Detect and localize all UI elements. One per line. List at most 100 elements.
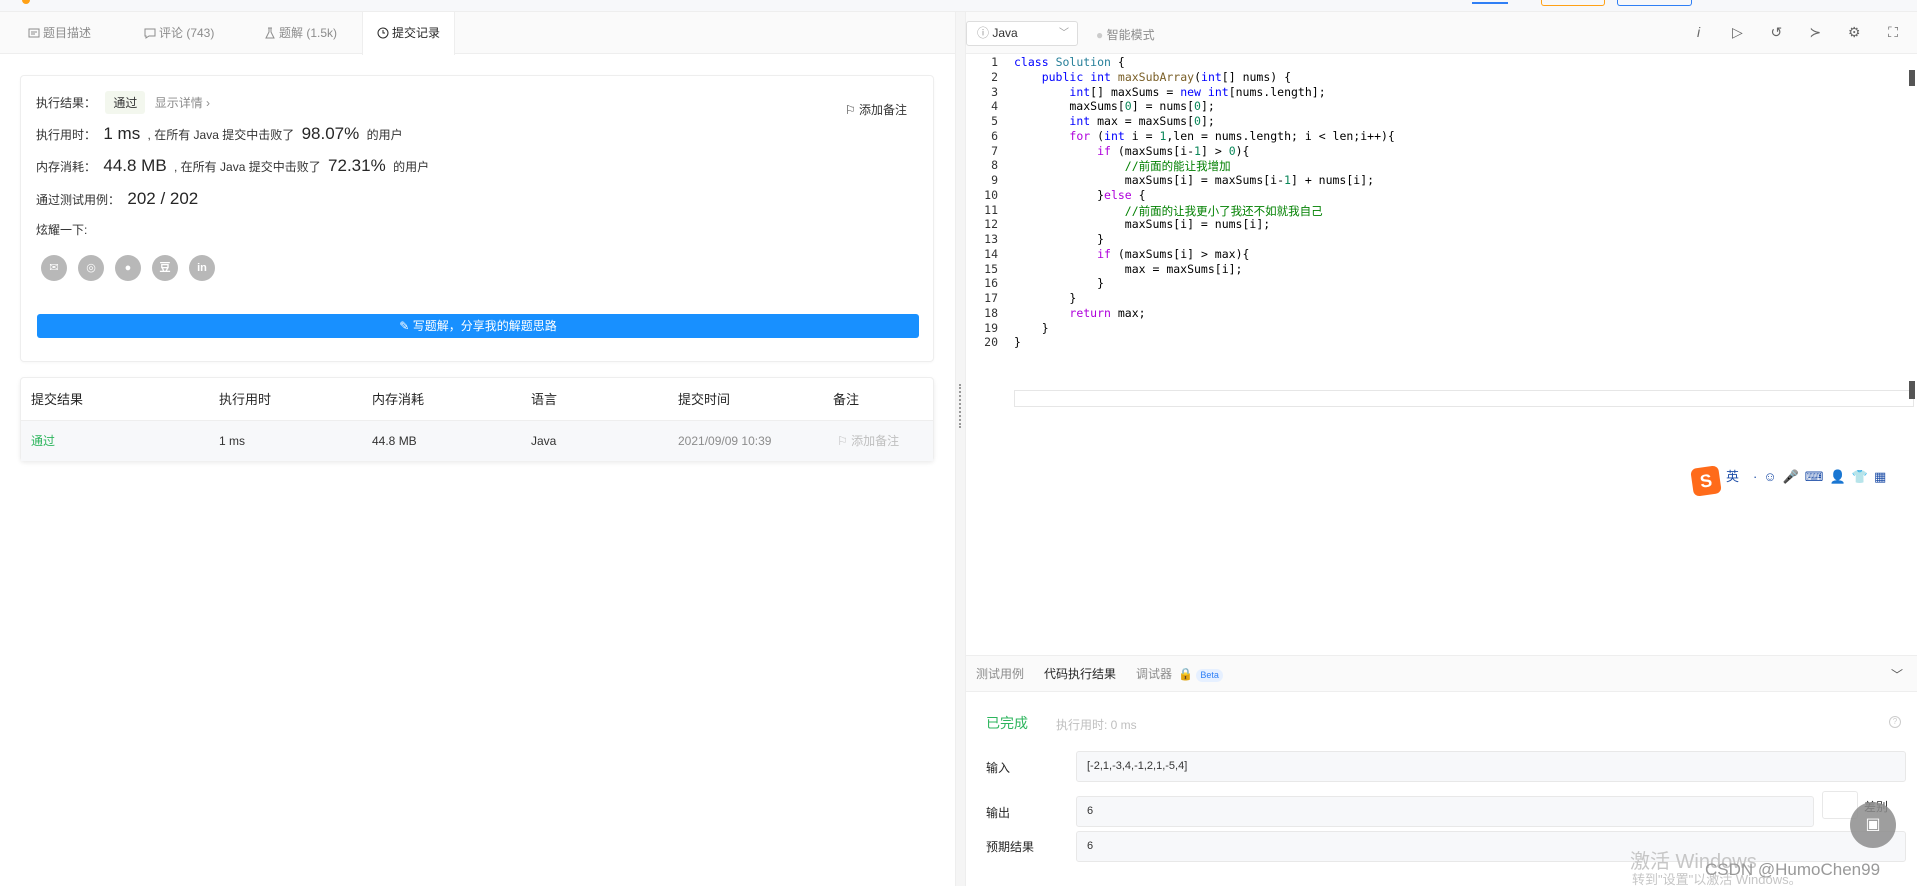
line-number: 11 (984, 202, 998, 217)
code-line[interactable]: maxSums[i] = maxSums[i-1] + nums[i]; (1014, 173, 1374, 187)
line-number: 15 (984, 261, 998, 276)
login-button[interactable] (1617, 0, 1692, 6)
share-label: 炫耀一下: (36, 223, 88, 237)
tab-comments[interactable]: 评论 (743) (130, 12, 228, 54)
notes-float-button[interactable]: ▣ (1850, 802, 1896, 848)
flask-icon (265, 27, 275, 39)
run-status: 已完成 (986, 715, 1028, 731)
exec-result-row: 执行结果： 通过 显示详情 › (36, 91, 210, 114)
info-icon: ⓘ (977, 26, 990, 40)
sogou-icon: S (1690, 465, 1722, 497)
console-icon[interactable]: ≻ (1805, 24, 1825, 41)
code-line[interactable]: max = maxSums[i]; (1014, 262, 1243, 276)
code-line[interactable]: if (maxSums[i] > max){ (1014, 247, 1249, 261)
douban-icon[interactable]: 豆 (152, 255, 178, 281)
info-italic-icon[interactable]: i (1689, 24, 1709, 40)
run-icon[interactable]: ▷ (1727, 24, 1747, 41)
console-tabs: 测试用例 代码执行结果 调试器 🔒 Beta ﹀ (966, 656, 1917, 692)
ime-tool-icons[interactable]: ·☺🎤⌨👤👕▦ (1753, 469, 1892, 485)
document-icon (28, 28, 40, 38)
linkedin-icon[interactable]: in (189, 255, 215, 281)
memory-row: 内存消耗： 44.8 MB , 在所有 Java 提交中击败了 72.31% 的… (36, 156, 430, 175)
line-number: 10 (984, 187, 998, 202)
nav-icon[interactable] (1472, 0, 1508, 4)
premium-button[interactable] (1541, 0, 1605, 6)
wechat-icon[interactable]: ✉ (41, 255, 67, 281)
code-editor[interactable]: 1 class Solution {2 public int maxSubArra… (966, 55, 1917, 655)
submissions-table: 提交结果 执行用时 内存消耗 语言 提交时间 备注 通过 1 ms 44.8 M… (20, 377, 934, 461)
code-line[interactable]: int max = maxSums[0]; (1014, 114, 1214, 128)
line-number: 9 (991, 173, 998, 187)
table-row[interactable]: 通过 1 ms 44.8 MB Java 2021/09/09 10:39 ⚐ … (21, 421, 933, 461)
code-line[interactable]: //前面的让我更小了我还不如就我自己 (1014, 203, 1323, 219)
panel-splitter[interactable] (955, 12, 966, 886)
table-header: 提交结果 执行用时 内存消耗 语言 提交时间 备注 (21, 378, 933, 421)
add-note-button[interactable]: ⚐ 添加备注 (845, 101, 907, 118)
language-select[interactable]: ⓘ Java ﹀ (966, 21, 1078, 46)
qq-icon[interactable]: ● (115, 255, 141, 281)
help-icon[interactable]: ? (1889, 716, 1901, 728)
tab-solutions[interactable]: 题解 (1.5k) (250, 12, 351, 54)
exec-time: 执行用时: 0 ms (1056, 718, 1137, 732)
code-line[interactable]: } (1014, 276, 1104, 290)
scrollbar-mark[interactable] (1909, 70, 1915, 86)
line-number: 16 (984, 276, 998, 291)
row-add-note[interactable]: ⚐ 添加备注 (837, 421, 899, 461)
code-line[interactable]: } (1014, 321, 1049, 335)
scrollbar-thumb[interactable] (1909, 381, 1915, 399)
chevron-down-icon[interactable]: ﹀ (1891, 666, 1903, 683)
flag-icon: ⚐ (844, 103, 856, 117)
code-line[interactable]: //前面的能让我增加 (1014, 158, 1231, 174)
show-details-link[interactable]: 显示详情 › (155, 96, 210, 110)
problem-tabs: 题目描述 评论 (743) 题解 (1.5k) 提交记录 (0, 12, 955, 55)
expected-field: 6 (1076, 831, 1906, 862)
tab-submissions[interactable]: 提交记录 (362, 12, 456, 55)
comment-icon (144, 28, 156, 39)
line-number: 17 (984, 291, 998, 305)
fullscreen-icon[interactable]: ⛶ (1883, 24, 1903, 41)
clock-icon (377, 27, 389, 39)
current-line-highlight (1014, 390, 1914, 407)
status-badge: 通过 (105, 91, 146, 114)
code-line[interactable]: int[] maxSums = new int[nums.length]; (1014, 85, 1325, 99)
smart-mode-toggle[interactable]: ● 智能模式 (1096, 26, 1155, 43)
line-number: 3 (991, 84, 998, 99)
write-solution-button[interactable]: ✎ 写题解，分享我的解题思路 (37, 314, 919, 338)
lock-icon: 🔒 (1178, 667, 1193, 681)
line-number: 19 (984, 320, 998, 335)
line-number: 20 (984, 335, 998, 350)
editor-panel: ⓘ Java ﹀ ● 智能模式 i ▷ ↺ ≻ ⚙ ⛶ 1 class Solut… (966, 12, 1917, 886)
code-line[interactable]: maxSums[i] = nums[i]; (1014, 217, 1270, 231)
code-line[interactable]: for (int i = 1,len = nums.length; i < le… (1014, 129, 1394, 143)
ime-toolbar[interactable]: S 英 ·☺🎤⌨👤👕▦ (1690, 465, 1917, 497)
console-panel: 测试用例 代码执行结果 调试器 🔒 Beta ﹀ 已完成 执行用时: 0 ms ?… (966, 655, 1917, 886)
share-icons: ✉ ◎ ● 豆 in (41, 255, 226, 281)
tab-run-result[interactable]: 代码执行结果 (1044, 656, 1116, 692)
line-number: 14 (984, 246, 998, 261)
input-field[interactable]: [-2,1,-3,4,-1,2,1,-5,4] (1076, 751, 1906, 782)
weibo-icon[interactable]: ◎ (78, 255, 104, 281)
line-number: 6 (991, 128, 998, 143)
code-line[interactable]: return max; (1014, 306, 1145, 320)
code-line[interactable]: class Solution { (1014, 55, 1125, 69)
row-result[interactable]: 通过 (31, 421, 55, 461)
code-line[interactable]: } (1014, 232, 1104, 246)
editor-toolbar: ⓘ Java ﹀ ● 智能模式 i ▷ ↺ ≻ ⚙ ⛶ (966, 12, 1917, 54)
code-line[interactable]: maxSums[0] = nums[0]; (1014, 99, 1214, 113)
code-line[interactable]: } (1014, 291, 1076, 305)
top-nav-strip (0, 0, 1917, 12)
tab-description[interactable]: 题目描述 (14, 12, 105, 54)
code-line[interactable]: } (1014, 335, 1021, 349)
pencil-icon: ✎ (399, 319, 410, 333)
settings-icon[interactable]: ⚙ (1844, 24, 1864, 41)
tab-debugger[interactable]: 调试器 🔒 Beta (1136, 656, 1223, 692)
code-line[interactable]: if (maxSums[i-1] > 0){ (1014, 144, 1249, 158)
drag-handle-icon[interactable] (959, 384, 962, 428)
output-field: 6 (1076, 796, 1814, 827)
tab-testcase[interactable]: 测试用例 (976, 656, 1024, 692)
reset-icon[interactable]: ↺ (1766, 24, 1786, 41)
line-number: 12 (984, 217, 998, 232)
code-line[interactable]: }else { (1014, 188, 1146, 202)
left-panel: 题目描述 评论 (743) 题解 (1.5k) 提交记录 执行结果： 通过 显示… (0, 12, 955, 886)
code-line[interactable]: public int maxSubArray(int[] nums) { (1014, 70, 1291, 84)
